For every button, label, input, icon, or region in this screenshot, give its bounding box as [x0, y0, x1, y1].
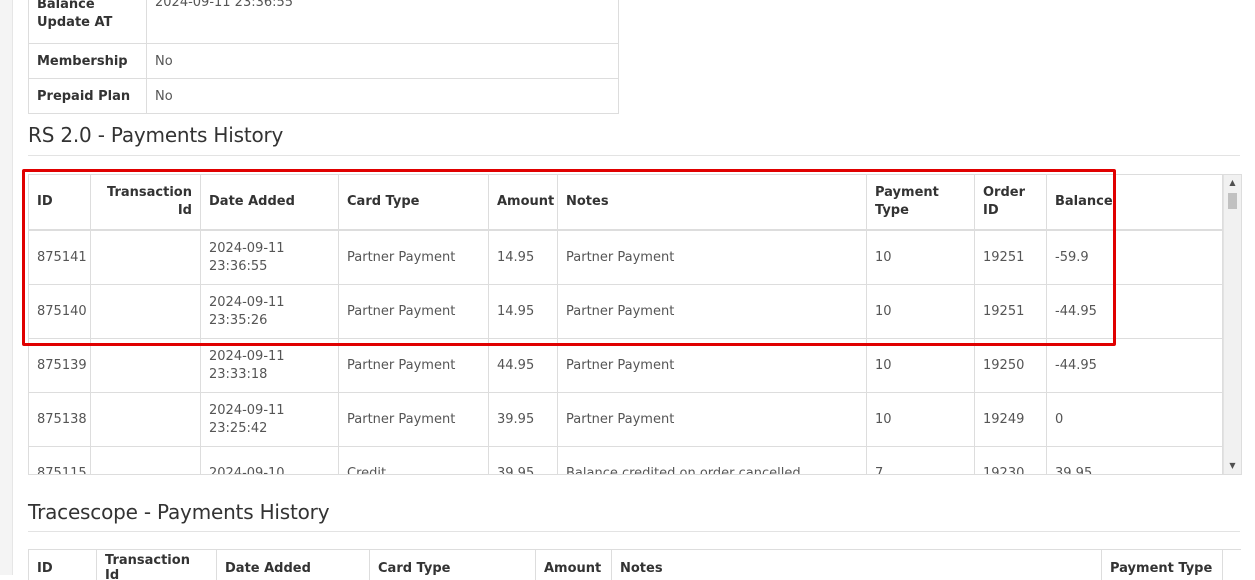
info-label: Balance Update AT [29, 0, 147, 44]
col-header-transaction-id[interactable]: Transaction Id [97, 550, 217, 580]
info-row-prepaid-plan: Prepaid Plan No [29, 79, 619, 114]
left-gutter [0, 0, 13, 575]
cell-date-added: 2024-09-1123:33:18 [201, 339, 339, 393]
cell-order-id: 19230 [975, 447, 1047, 476]
payments-table-scroll[interactable]: ID Transaction Id Date Added Card Type A… [28, 174, 1242, 475]
col-header-payment-type[interactable]: Payment Type [1102, 550, 1223, 580]
cell-payment-type: 7 [867, 447, 975, 476]
info-row-balance-update: Balance Update AT 2024-09-11 23:36:55 [29, 0, 619, 44]
info-value: No [147, 79, 619, 114]
cell-transaction-id [91, 393, 201, 447]
cell-id: 875138 [29, 393, 91, 447]
table-row: 875138 2024-09-1123:25:42 Partner Paymen… [29, 393, 1223, 447]
account-info-table: Balance Update AT 2024-09-11 23:36:55 Me… [28, 0, 619, 114]
tracescope-header-row: ID Transaction Id Date Added Card Type A… [29, 550, 1223, 580]
cell-order-id: 19251 [975, 285, 1047, 339]
tracescope-history-title: Tracescope - Payments History [28, 500, 329, 524]
col-header-amount[interactable]: Amount [489, 175, 558, 231]
col-header-id[interactable]: ID [29, 550, 97, 580]
col-header-card-type[interactable]: Card Type [339, 175, 489, 231]
cell-notes: Partner Payment [558, 285, 867, 339]
info-label: Prepaid Plan [29, 79, 147, 114]
tracescope-table: ID Transaction Id Date Added Card Type A… [28, 549, 1223, 580]
col-header-id[interactable]: ID [29, 175, 91, 231]
cell-notes: Balance credited on order cancelled [558, 447, 867, 476]
cell-card-type: Partner Payment [339, 393, 489, 447]
payments-header-row: ID Transaction Id Date Added Card Type A… [29, 175, 1223, 231]
cell-id: 875140 [29, 285, 91, 339]
table-row: 875141 2024-09-1123:36:55 Partner Paymen… [29, 230, 1223, 285]
section-divider [28, 155, 1240, 156]
cell-amount: 39.95 [489, 447, 558, 476]
cell-payment-type: 10 [867, 393, 975, 447]
cell-card-type: Partner Payment [339, 230, 489, 285]
cell-amount: 14.95 [489, 230, 558, 285]
cell-transaction-id [91, 339, 201, 393]
cell-id: 875141 [29, 230, 91, 285]
table-row: 875140 2024-09-1123:35:26 Partner Paymen… [29, 285, 1223, 339]
cell-notes: Partner Payment [558, 393, 867, 447]
cell-date-added: 2024-09-10 [201, 447, 339, 476]
table-row: 875139 2024-09-1123:33:18 Partner Paymen… [29, 339, 1223, 393]
cell-order-id: 19249 [975, 393, 1047, 447]
col-header-date-added[interactable]: Date Added [217, 550, 370, 580]
cell-balance: 0 [1047, 393, 1223, 447]
cell-transaction-id [91, 285, 201, 339]
col-header-notes[interactable]: Notes [558, 175, 867, 231]
col-header-date-added[interactable]: Date Added [201, 175, 339, 231]
cell-date-added: 2024-09-1123:25:42 [201, 393, 339, 447]
scrollbar-thumb[interactable] [1228, 193, 1237, 209]
info-value: No [147, 44, 619, 79]
cell-order-id: 19250 [975, 339, 1047, 393]
cell-payment-type: 10 [867, 339, 975, 393]
cell-amount: 14.95 [489, 285, 558, 339]
cell-card-type: Partner Payment [339, 285, 489, 339]
tracescope-table-scroll[interactable]: ID Transaction Id Date Added Card Type A… [28, 549, 1241, 580]
cell-payment-type: 10 [867, 230, 975, 285]
cell-order-id: 19251 [975, 230, 1047, 285]
cell-date-added: 2024-09-1123:35:26 [201, 285, 339, 339]
payments-table: ID Transaction Id Date Added Card Type A… [28, 174, 1223, 475]
cell-balance: -44.95 [1047, 285, 1223, 339]
col-header-card-type[interactable]: Card Type [370, 550, 536, 580]
scroll-down-arrow-icon[interactable]: ▼ [1224, 458, 1241, 474]
cell-transaction-id [91, 447, 201, 476]
cell-payment-type: 10 [867, 285, 975, 339]
cell-transaction-id [91, 230, 201, 285]
cell-balance: -44.95 [1047, 339, 1223, 393]
info-label: Membership [29, 44, 147, 79]
cell-id: 875139 [29, 339, 91, 393]
cell-card-type: Partner Payment [339, 339, 489, 393]
col-header-order-id[interactable]: Order ID [975, 175, 1047, 231]
col-header-transaction-id[interactable]: Transaction Id [91, 175, 201, 231]
payments-history-title: RS 2.0 - Payments History [28, 123, 283, 147]
cell-notes: Partner Payment [558, 230, 867, 285]
cell-date-added: 2024-09-1123:36:55 [201, 230, 339, 285]
col-header-amount[interactable]: Amount [536, 550, 612, 580]
cell-notes: Partner Payment [558, 339, 867, 393]
cell-balance: -59.9 [1047, 230, 1223, 285]
info-value: 2024-09-11 23:36:55 [147, 0, 619, 44]
cell-amount: 44.95 [489, 339, 558, 393]
col-header-payment-type[interactable]: Payment Type [867, 175, 975, 231]
col-header-balance[interactable]: Balance [1047, 175, 1223, 231]
table-row: 875115 2024-09-10 Credit 39.95 Balance c… [29, 447, 1223, 476]
cell-balance: 39.95 [1047, 447, 1223, 476]
section-divider [28, 531, 1240, 532]
info-row-membership: Membership No [29, 44, 619, 79]
cell-id: 875115 [29, 447, 91, 476]
vertical-scrollbar[interactable]: ▲ ▼ [1223, 175, 1241, 474]
scroll-up-arrow-icon[interactable]: ▲ [1224, 175, 1241, 191]
cell-card-type: Credit [339, 447, 489, 476]
col-header-notes[interactable]: Notes [612, 550, 1102, 580]
cell-amount: 39.95 [489, 393, 558, 447]
